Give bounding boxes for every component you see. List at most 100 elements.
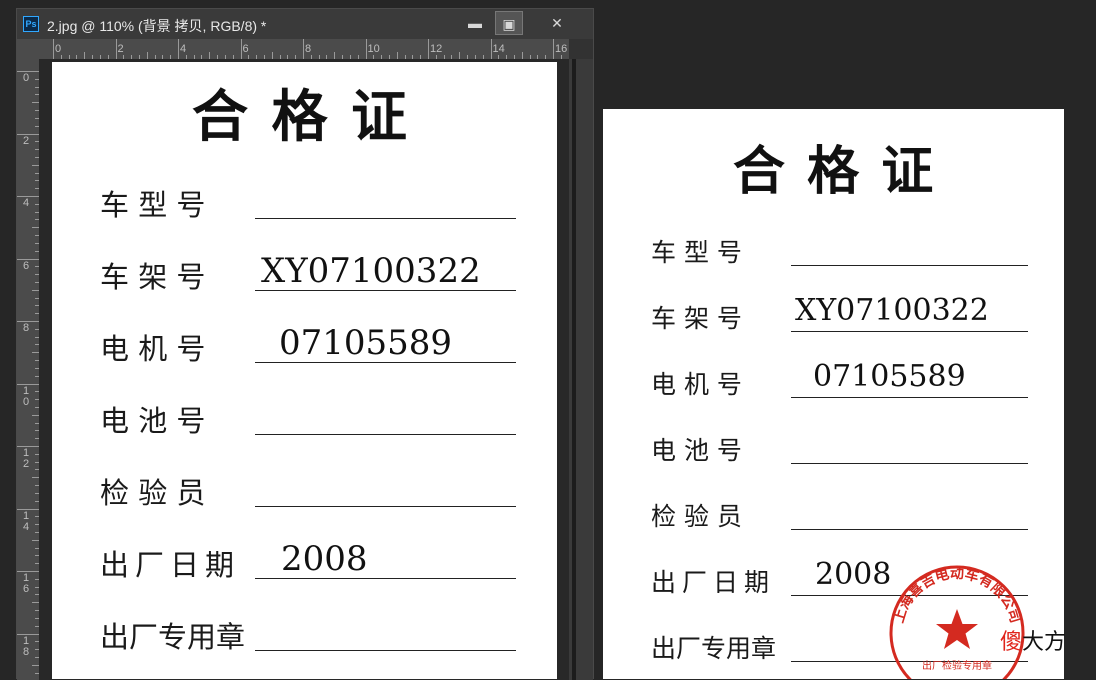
ruler-tick-label: 1 2 bbox=[23, 448, 29, 470]
field-value: 2008 bbox=[815, 557, 891, 592]
field-underline bbox=[791, 529, 1028, 530]
star-icon bbox=[936, 609, 978, 649]
field-label: 出厂专用章 bbox=[100, 614, 245, 656]
field-label: 出厂专用章 bbox=[651, 629, 776, 665]
ruler-tick-label: 12 bbox=[430, 43, 442, 55]
field-label: 电 池 号 bbox=[100, 398, 205, 440]
field-label: 检 验 员 bbox=[651, 497, 742, 533]
ruler-tick-label: 10 bbox=[368, 43, 380, 55]
document-titlebar[interactable]: Ps 2.jpg @ 110% (背景 拷贝, RGB/8) * ▬ ▣ ✕ bbox=[17, 9, 593, 39]
field-label: 车 型 号 bbox=[100, 182, 205, 224]
ruler-tick bbox=[32, 540, 39, 541]
ruler-tick bbox=[553, 39, 554, 59]
ruler-tick bbox=[32, 665, 39, 666]
ruler-tick bbox=[17, 196, 39, 197]
ruler-tick-label: 1 6 bbox=[23, 573, 29, 595]
ruler-tick bbox=[17, 446, 39, 447]
ruler-tick bbox=[366, 39, 367, 59]
watermark-text: 大方 bbox=[1022, 630, 1066, 655]
ruler-tick bbox=[209, 52, 210, 59]
certificate-title: 合 格 证 bbox=[733, 129, 935, 204]
ruler-tick bbox=[17, 259, 39, 260]
field-underline bbox=[255, 218, 516, 219]
ruler-tick-label: 16 bbox=[555, 43, 567, 55]
ruler-tick-label: 6 bbox=[23, 261, 29, 272]
close-button[interactable]: ✕ bbox=[540, 11, 574, 35]
ruler-tick bbox=[17, 634, 39, 635]
official-red-stamp: 上海喜吉电动车有限公司 出厂检验专用章 bbox=[884, 563, 1030, 679]
ruler-tick bbox=[32, 290, 39, 291]
document-title: 2.jpg @ 110% (背景 拷贝, RGB/8) * bbox=[47, 16, 266, 36]
ruler-tick bbox=[17, 509, 39, 510]
field-value: 07105589 bbox=[813, 359, 966, 394]
ruler-tick-label: 6 bbox=[243, 43, 249, 55]
ruler-tick-label: 0 bbox=[23, 73, 29, 84]
ruler-tick bbox=[32, 165, 39, 166]
field-value: XY07100322 bbox=[795, 293, 989, 328]
ruler-tick-label: 1 4 bbox=[23, 511, 29, 533]
field-underline bbox=[791, 463, 1028, 464]
ruler-tick bbox=[428, 39, 429, 59]
field-label: 电 机 号 bbox=[651, 365, 742, 401]
ruler-tick bbox=[32, 227, 39, 228]
ruler-tick-label: 0 bbox=[55, 43, 61, 55]
field-underline bbox=[791, 265, 1028, 266]
stamp-bottom-text: 出厂检验专用章 bbox=[922, 659, 992, 672]
ruler-tick bbox=[32, 102, 39, 103]
field-label: 车 架 号 bbox=[651, 299, 742, 335]
ruler-tick bbox=[397, 52, 398, 59]
field-value: 07105589 bbox=[279, 323, 452, 363]
ruler-tick bbox=[116, 39, 117, 59]
field-underline bbox=[255, 434, 516, 435]
field-label: 检 验 员 bbox=[100, 470, 205, 512]
ruler-tick bbox=[17, 321, 39, 322]
ruler-tick-label: 4 bbox=[180, 43, 186, 55]
vertical-ruler[interactable]: 0 2 4 6 8 1 0 1 2 1 4 1 6 1 8 bbox=[17, 59, 40, 680]
ruler-tick bbox=[241, 39, 242, 59]
ruler-tick bbox=[53, 39, 54, 59]
ruler-tick-label: 8 bbox=[305, 43, 311, 55]
ruler-tick bbox=[334, 52, 335, 59]
field-label: 电 机 号 bbox=[100, 326, 205, 368]
ruler-tick bbox=[178, 39, 179, 59]
ruler-tick bbox=[303, 39, 304, 59]
watermark-highlight: 傻 bbox=[1000, 630, 1022, 655]
ruler-tick-label: 14 bbox=[493, 43, 505, 55]
minimize-button[interactable]: ▬ bbox=[460, 11, 490, 35]
ruler-tick bbox=[32, 415, 39, 416]
maximize-button[interactable]: ▣ bbox=[495, 11, 523, 35]
ruler-tick bbox=[17, 71, 39, 72]
ruler-tick bbox=[272, 52, 273, 59]
ruler-tick bbox=[491, 39, 492, 59]
field-value: XY07100322 bbox=[261, 251, 481, 291]
ruler-tick bbox=[84, 52, 85, 59]
field-label: 电 池 号 bbox=[651, 431, 742, 467]
ruler-origin[interactable] bbox=[17, 39, 39, 59]
field-underline bbox=[255, 506, 516, 507]
ruler-tick-label: 4 bbox=[23, 198, 29, 209]
photoshop-app-icon: Ps bbox=[23, 16, 39, 32]
ruler-tick bbox=[147, 52, 148, 59]
field-label: 出厂日期 bbox=[100, 542, 240, 584]
field-underline bbox=[255, 650, 516, 651]
field-label: 车 架 号 bbox=[100, 254, 205, 296]
ruler-tick bbox=[522, 52, 523, 59]
vertical-scrollbar[interactable] bbox=[569, 59, 593, 680]
ruler-tick-label: 1 0 bbox=[23, 386, 29, 408]
site-watermark: 傻大方 bbox=[1000, 624, 1066, 656]
ruler-tick-label: 2 bbox=[118, 43, 124, 55]
ruler-tick bbox=[17, 134, 39, 135]
certificate-left: 合 格 证 车 型 号车 架 号XY07100322电 机 号07105589电… bbox=[52, 62, 557, 679]
field-value: 2008 bbox=[281, 539, 368, 579]
ruler-tick-label: 8 bbox=[23, 323, 29, 334]
field-label: 出厂日期 bbox=[651, 563, 775, 599]
scrollbar-thumb[interactable] bbox=[572, 59, 576, 680]
ruler-tick-label: 2 bbox=[23, 136, 29, 147]
ruler-tick bbox=[459, 52, 460, 59]
field-label: 车 型 号 bbox=[651, 233, 742, 269]
horizontal-ruler[interactable]: 0 2 4 6 8 10 12 14 16 bbox=[39, 39, 569, 60]
ruler-tick-label: 1 8 bbox=[23, 636, 29, 658]
ruler-tick bbox=[17, 384, 39, 385]
ruler-tick bbox=[32, 477, 39, 478]
ruler-tick bbox=[32, 602, 39, 603]
